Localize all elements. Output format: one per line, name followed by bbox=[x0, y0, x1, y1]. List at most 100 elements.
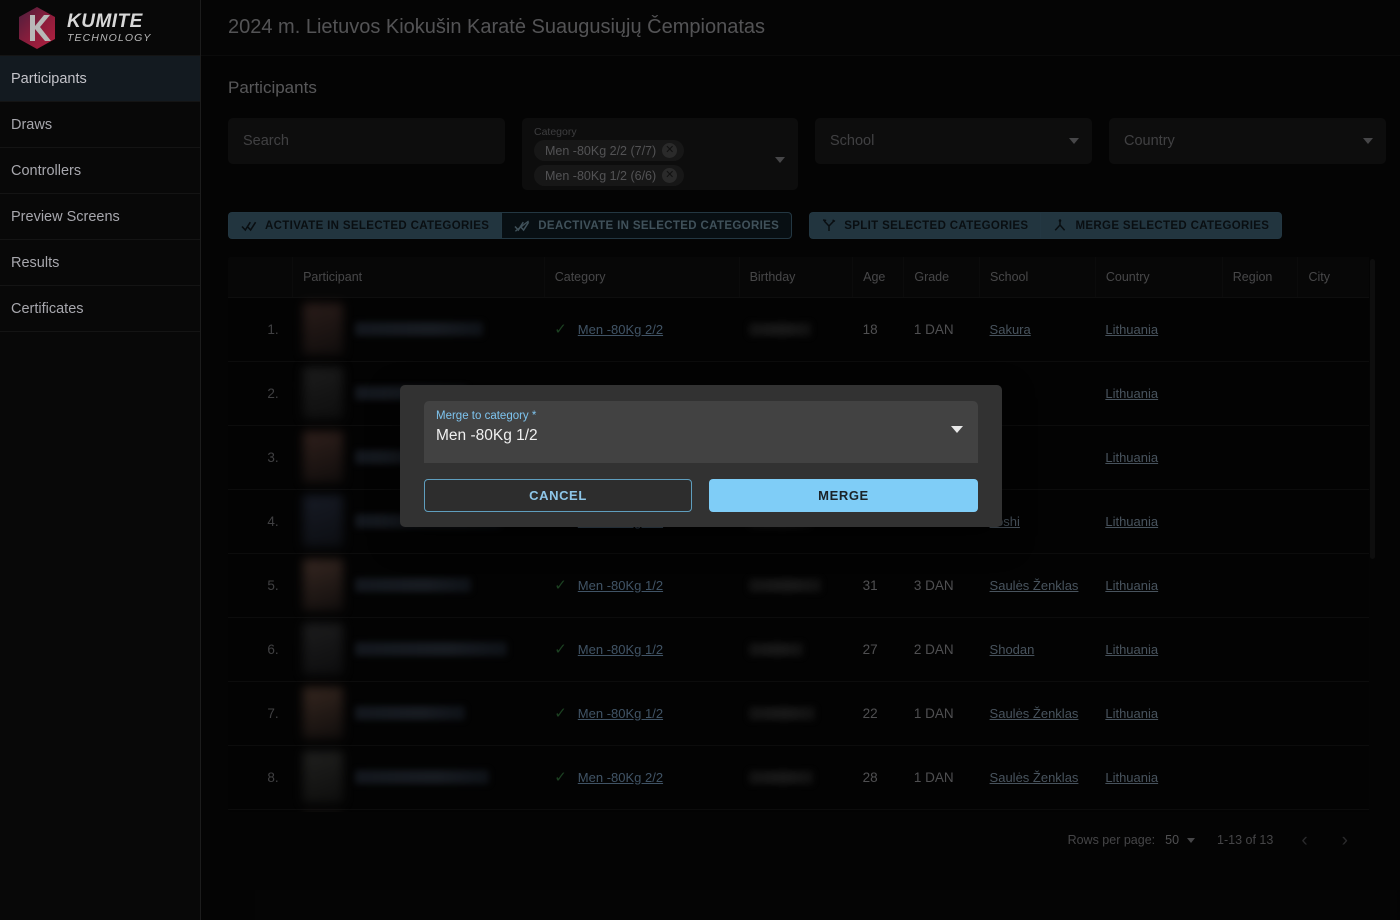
chip-remove-icon[interactable]: ✕ bbox=[662, 143, 677, 158]
activate-in-selected-categories-button[interactable]: ACTIVATE IN SELECTED CATEGORIES bbox=[228, 212, 501, 239]
rows-per-page-label: Rows per page: bbox=[1068, 833, 1156, 847]
row-index: 2. bbox=[228, 361, 293, 425]
category-link[interactable]: Men -80Kg 1/2 bbox=[578, 578, 663, 593]
category-chip-label: Men -80Kg 2/2 (7/7) bbox=[545, 144, 656, 158]
sidebar-item-participants[interactable]: Participants bbox=[0, 56, 200, 102]
sidebar-item-preview-screens[interactable]: Preview Screens bbox=[0, 194, 200, 240]
country-select[interactable]: Country bbox=[1109, 118, 1386, 164]
brand-logo[interactable]: KUMITE TECHNOLOGY bbox=[0, 0, 200, 56]
col-city[interactable]: City bbox=[1298, 257, 1376, 297]
col-age[interactable]: Age bbox=[853, 257, 904, 297]
chevron-down-icon[interactable] bbox=[1363, 138, 1373, 144]
country-link[interactable]: Lithuania bbox=[1105, 642, 1158, 657]
search-input[interactable]: Search bbox=[228, 118, 505, 164]
table-header-row: Participant Category Birthday Age Grade … bbox=[228, 257, 1376, 297]
chevron-down-icon[interactable] bbox=[775, 157, 785, 163]
table-row[interactable]: 7. ✓ Men -80Kg 1/2 bbox=[228, 681, 1376, 745]
avatar bbox=[303, 751, 343, 803]
country-link[interactable]: Lithuania bbox=[1105, 578, 1158, 593]
col-birthday[interactable]: Birthday bbox=[739, 257, 853, 297]
country-link[interactable]: Lithuania bbox=[1105, 322, 1158, 337]
row-birthday bbox=[739, 617, 853, 681]
chevron-down-icon[interactable] bbox=[951, 426, 963, 433]
col-country[interactable]: Country bbox=[1095, 257, 1222, 297]
row-city bbox=[1298, 809, 1376, 812]
col-participant[interactable]: Participant bbox=[293, 257, 545, 297]
row-school bbox=[980, 809, 1096, 812]
row-country: Lithuania bbox=[1095, 553, 1222, 617]
rows-per-page-select[interactable]: 50 bbox=[1165, 833, 1195, 847]
row-grade: 2 DAN bbox=[904, 617, 980, 681]
school-link[interactable]: Sakura bbox=[990, 322, 1031, 337]
row-index: 5. bbox=[228, 553, 293, 617]
chevron-down-icon[interactable] bbox=[1187, 838, 1195, 843]
sidebar-item-results[interactable]: Results bbox=[0, 240, 200, 286]
country-link[interactable]: Lithuania bbox=[1105, 450, 1158, 465]
school-link[interactable]: Saulės Ženklas bbox=[990, 770, 1079, 785]
split-arrow-icon bbox=[822, 219, 836, 232]
category-chip[interactable]: Men -80Kg 2/2 (7/7) ✕ bbox=[534, 140, 684, 161]
sidebar-item-controllers[interactable]: Controllers bbox=[0, 148, 200, 194]
merge-confirm-button[interactable]: MERGE bbox=[709, 479, 978, 512]
avatar bbox=[303, 367, 343, 419]
sidebar-item-label: Controllers bbox=[11, 163, 81, 179]
active-check-icon: ✓ bbox=[554, 322, 567, 337]
country-link[interactable]: Lithuania bbox=[1105, 706, 1158, 721]
table-header: Participant Category Birthday Age Grade … bbox=[228, 257, 1376, 297]
table-row[interactable]: 6. ✓ Men -80Kg 1/2 bbox=[228, 617, 1376, 681]
next-page-button[interactable]: › bbox=[1336, 831, 1354, 850]
table-scrollbar[interactable] bbox=[1369, 257, 1376, 812]
avatar bbox=[303, 495, 343, 547]
row-category: ✓ Men -80Kg 1/2 bbox=[544, 681, 739, 745]
chip-remove-icon[interactable]: ✕ bbox=[662, 168, 677, 183]
row-country: Lithuania bbox=[1095, 425, 1222, 489]
col-region[interactable]: Region bbox=[1222, 257, 1298, 297]
category-link[interactable]: Men -80Kg 1/2 bbox=[578, 706, 663, 721]
sidebar-item-draws[interactable]: Draws bbox=[0, 102, 200, 148]
row-grade bbox=[904, 809, 980, 812]
row-country bbox=[1095, 809, 1222, 812]
sidebar-item-certificates[interactable]: Certificates bbox=[0, 286, 200, 332]
row-city bbox=[1298, 617, 1376, 681]
col-grade[interactable]: Grade bbox=[904, 257, 980, 297]
col-school[interactable]: School bbox=[980, 257, 1096, 297]
country-link[interactable]: Lithuania bbox=[1105, 514, 1158, 529]
school-link[interactable]: Shodan bbox=[990, 642, 1035, 657]
table-row[interactable]: 5. ✓ Men -80Kg 1/2 bbox=[228, 553, 1376, 617]
category-link[interactable]: Men -80Kg 2/2 bbox=[578, 770, 663, 785]
active-check-icon: ✓ bbox=[554, 642, 567, 657]
sidebar-item-label: Participants bbox=[11, 71, 87, 87]
previous-page-button[interactable]: ‹ bbox=[1295, 831, 1313, 850]
category-link[interactable]: Men -80Kg 2/2 bbox=[578, 322, 663, 337]
chevron-down-icon[interactable] bbox=[1069, 138, 1079, 144]
row-city bbox=[1298, 553, 1376, 617]
deactivate-in-selected-categories-button[interactable]: DEACTIVATE IN SELECTED CATEGORIES bbox=[501, 212, 792, 239]
participant-name-redacted bbox=[355, 322, 483, 336]
cancel-button[interactable]: CANCEL bbox=[424, 479, 692, 512]
category-link[interactable]: Men -80Kg 1/2 bbox=[578, 642, 663, 657]
avatar bbox=[303, 559, 343, 611]
country-link[interactable]: Lithuania bbox=[1105, 386, 1158, 401]
deactivate-label: DEACTIVATE IN SELECTED CATEGORIES bbox=[538, 220, 779, 232]
table-row[interactable]: 1. ✓ Men -80Kg 2/2 bbox=[228, 297, 1376, 361]
table-row[interactable]: 8. ✓ Men -80Kg 2/2 bbox=[228, 745, 1376, 809]
table-row[interactable]: 9. bbox=[228, 809, 1376, 812]
col-category[interactable]: Category bbox=[544, 257, 739, 297]
school-select[interactable]: School bbox=[815, 118, 1092, 164]
school-link[interactable]: Saulės Ženklas bbox=[990, 706, 1079, 721]
rows-per-page: Rows per page: 50 bbox=[1068, 833, 1195, 847]
filter-bar: Search Category Men -80Kg 2/2 (7/7) ✕ Me… bbox=[228, 118, 1386, 190]
split-selected-categories-button[interactable]: SPLIT SELECTED CATEGORIES bbox=[809, 212, 1040, 239]
country-link[interactable]: Lithuania bbox=[1105, 770, 1158, 785]
row-birthday bbox=[739, 745, 853, 809]
school-link[interactable]: Saulės Ženklas bbox=[990, 578, 1079, 593]
category-chip[interactable]: Men -80Kg 1/2 (6/6) ✕ bbox=[534, 165, 684, 186]
row-city bbox=[1298, 297, 1376, 361]
merge-to-category-select[interactable]: Merge to category * Men -80Kg 1/2 bbox=[424, 401, 978, 463]
row-school: Sakura bbox=[980, 297, 1096, 361]
merge-selected-categories-button[interactable]: MERGE SELECTED CATEGORIES bbox=[1040, 212, 1282, 239]
merge-to-category-value: Men -80Kg 1/2 bbox=[436, 427, 964, 445]
table-scrollbar-thumb[interactable] bbox=[1370, 259, 1375, 559]
row-birthday bbox=[739, 681, 853, 745]
category-multiselect[interactable]: Category Men -80Kg 2/2 (7/7) ✕ Men -80Kg… bbox=[522, 118, 798, 190]
